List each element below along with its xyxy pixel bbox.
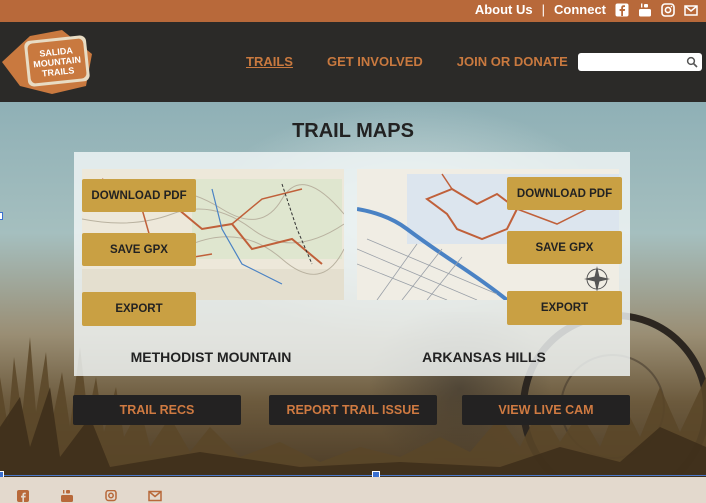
facebook-icon[interactable] xyxy=(615,3,629,17)
save-gpx-button-1[interactable]: SAVE GPX xyxy=(82,233,196,266)
page-title: TRAIL MAPS xyxy=(292,120,414,142)
selection-outline xyxy=(0,475,706,476)
salida-mountain-trails-logo[interactable]: SALIDA MOUNTAIN TRAILS xyxy=(0,28,96,96)
mail-icon[interactable] xyxy=(684,3,698,17)
download-pdf-button-1[interactable]: DOWNLOAD PDF xyxy=(82,179,196,212)
top-separator: | xyxy=(541,2,545,17)
nav-get-involved[interactable]: GET INVOLVED xyxy=(327,54,423,69)
nav-trails[interactable]: TRAILS xyxy=(246,54,293,69)
youtube-icon[interactable] xyxy=(60,490,74,502)
instagram-icon[interactable] xyxy=(661,2,675,17)
facebook-icon[interactable] xyxy=(16,490,30,502)
top-bar: About Us | Connect xyxy=(0,0,706,22)
site-header: SALIDA MOUNTAIN TRAILS TRAILS GET INVOLV… xyxy=(0,22,706,102)
youtube-icon[interactable] xyxy=(638,3,652,17)
view-live-cam-button[interactable]: VIEW LIVE CAM xyxy=(462,395,630,425)
save-gpx-button-2[interactable]: SAVE GPX xyxy=(507,231,622,264)
selection-handle-left[interactable] xyxy=(0,212,3,220)
footer-social-icons xyxy=(16,490,162,502)
search-input[interactable] xyxy=(578,53,702,71)
site-footer xyxy=(0,477,706,503)
mail-icon[interactable] xyxy=(148,490,162,502)
main-nav: TRAILS GET INVOLVED JOIN OR DONATE xyxy=(246,54,568,69)
trail-recs-button[interactable]: TRAIL RECS xyxy=(73,395,241,425)
instagram-icon[interactable] xyxy=(104,490,118,502)
export-button-2[interactable]: EXPORT xyxy=(507,291,622,325)
about-us-link[interactable]: About Us xyxy=(475,2,533,17)
top-links: About Us | Connect xyxy=(475,2,698,17)
nav-join-or-donate[interactable]: JOIN OR DONATE xyxy=(457,54,568,69)
search-icon[interactable] xyxy=(686,56,698,68)
export-button-1[interactable]: EXPORT xyxy=(82,292,196,326)
map-name-methodist-mountain: METHODIST MOUNTAIN xyxy=(130,349,292,365)
download-pdf-button-2[interactable]: DOWNLOAD PDF xyxy=(507,177,622,210)
report-trail-issue-button[interactable]: REPORT TRAIL ISSUE xyxy=(269,395,437,425)
map-name-arkansas-hills: ARKANSAS HILLS xyxy=(422,349,546,365)
hero-section: TRAIL MAPS DOWNLOAD PDF SAVE GPX EXPORT … xyxy=(0,102,706,477)
connect-label: Connect xyxy=(554,2,606,17)
